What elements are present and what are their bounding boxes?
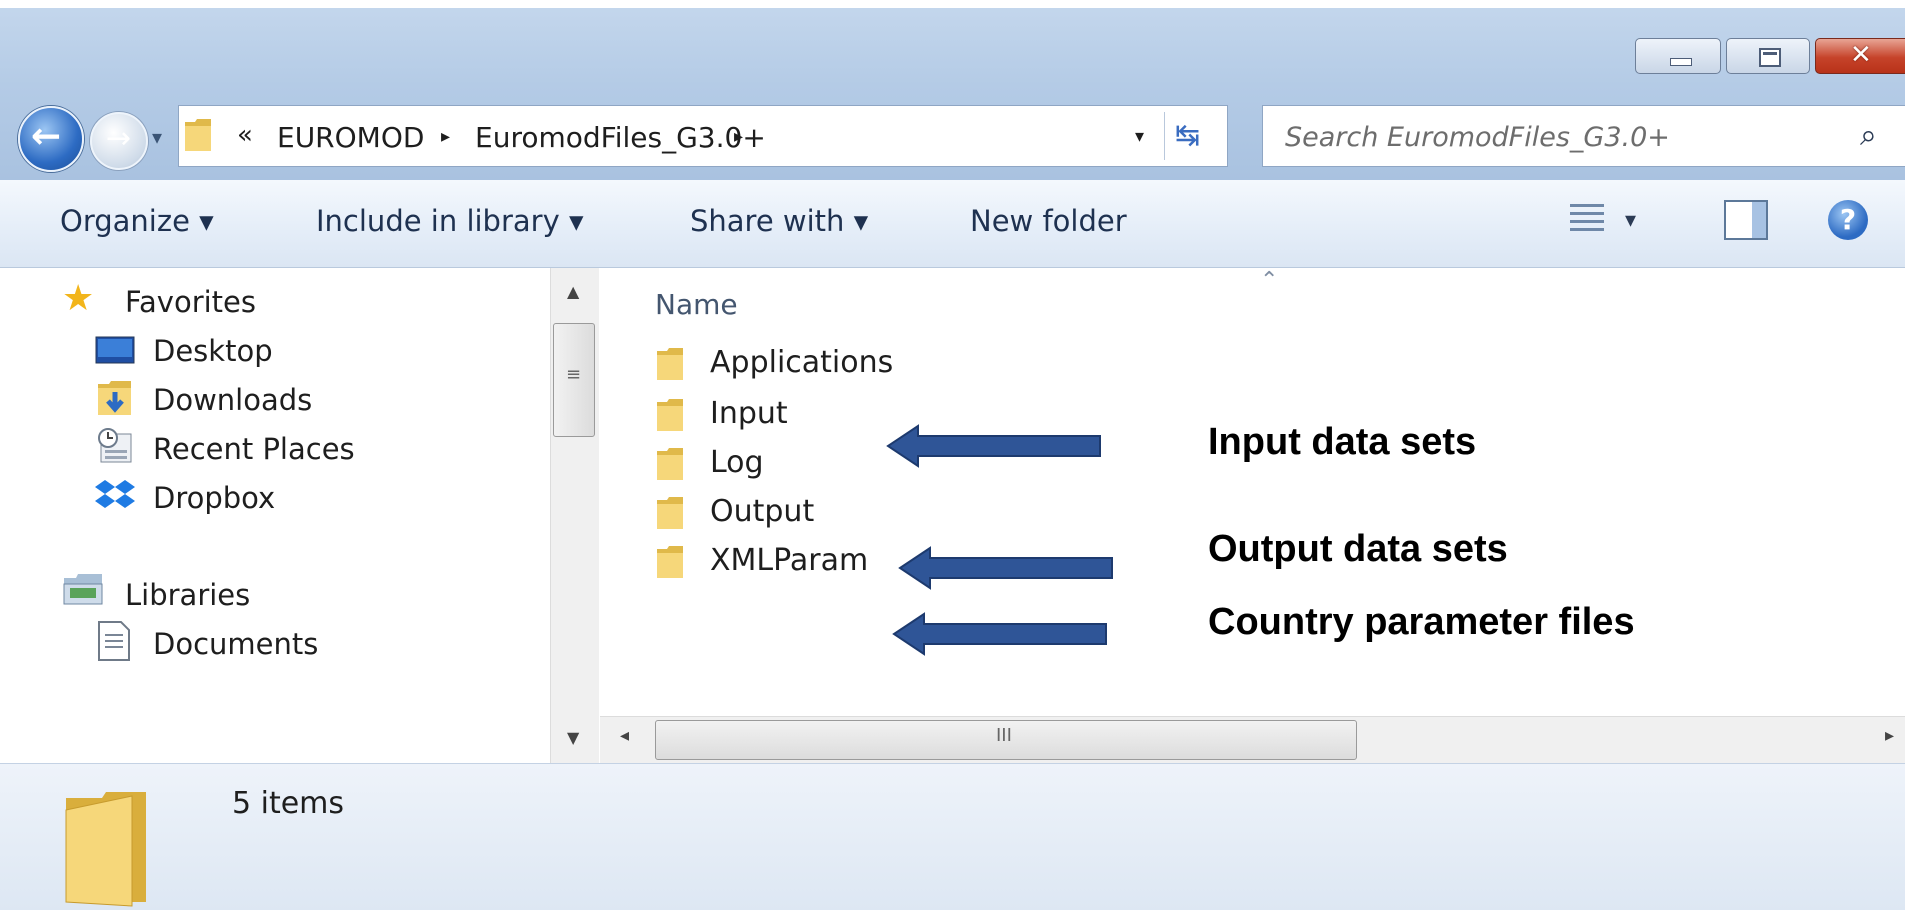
search-icon[interactable]: ⌕ <box>1860 118 1877 153</box>
item-count: 5 items <box>232 786 345 821</box>
search-box[interactable]: Search EuromodFiles_G3.0+ ⌕ <box>1262 105 1905 167</box>
file-name: Output <box>710 494 815 529</box>
name-column-header[interactable]: Name <box>655 288 738 321</box>
star-icon: ★ <box>62 278 95 319</box>
chevron-down-icon: ▾ <box>152 125 163 149</box>
horizontal-scrollbar[interactable]: ◂ III ▸ <box>600 716 1905 763</box>
annotation-output-data-sets: Output data sets <box>1208 528 1508 570</box>
view-dropdown-icon[interactable]: ▾ <box>1625 208 1636 233</box>
folder-icon <box>657 348 683 380</box>
address-divider <box>1164 112 1165 160</box>
title-bar: ✕ ← → ▾ « EUROMOD ▸ EuromodFiles_G3.0+ ▸… <box>0 0 1905 180</box>
maximize-icon <box>1759 48 1781 67</box>
details-pane: 5 items <box>0 763 1905 910</box>
new-folder-button[interactable]: New folder <box>970 204 1127 238</box>
address-dropdown-button[interactable]: ▾ <box>1135 126 1144 147</box>
minimize-icon <box>1670 58 1692 66</box>
file-list: Name ⌃ Applications Input Log Output XML… <box>600 268 1905 763</box>
folder-icon <box>657 448 683 480</box>
minimize-button[interactable] <box>1635 38 1721 74</box>
scroll-down-arrow-icon[interactable]: ▼ <box>567 728 579 747</box>
nav-libraries-header[interactable]: Libraries <box>125 578 250 612</box>
annotation-country-parameter-files: Country parameter files <box>1208 601 1635 643</box>
dropbox-icon <box>95 480 135 508</box>
share-with-button[interactable]: Share with ▾ <box>690 204 868 238</box>
file-name: Applications <box>710 345 894 380</box>
history-dropdown-button[interactable]: ▾ <box>152 125 162 149</box>
folder-icon <box>657 546 683 578</box>
file-name: Log <box>710 445 764 480</box>
scroll-up-arrow-icon[interactable]: ▲ <box>567 282 579 301</box>
nav-item-dropbox[interactable]: Dropbox <box>153 481 275 515</box>
back-button[interactable]: ← <box>18 106 84 172</box>
close-button[interactable]: ✕ <box>1815 38 1905 74</box>
nav-item-desktop[interactable]: Desktop <box>153 334 273 368</box>
preview-pane-icon[interactable] <box>1724 200 1768 240</box>
annotation-arrow-output <box>898 546 1113 590</box>
overflow-chevron[interactable]: « <box>237 120 253 150</box>
annotation-arrow-input <box>886 424 1101 468</box>
back-arrow-icon: ← <box>31 116 62 157</box>
nav-item-recent-places[interactable]: Recent Places <box>153 432 355 466</box>
file-name: Input <box>710 396 788 431</box>
document-icon <box>98 621 130 661</box>
forward-arrow-icon: → <box>106 121 132 156</box>
horizontal-scroll-thumb[interactable]: III <box>655 720 1357 760</box>
refresh-icon[interactable]: ↹ <box>1175 118 1200 153</box>
sort-indicator-icon: ⌃ <box>1260 268 1279 293</box>
include-in-library-button[interactable]: Include in library ▾ <box>316 204 584 238</box>
view-options-icon[interactable] <box>1570 202 1604 236</box>
scroll-left-arrow-icon[interactable]: ◂ <box>620 725 629 746</box>
scroll-thumb[interactable]: ≡ <box>553 323 595 437</box>
breadcrumb-euromod[interactable]: EUROMOD <box>277 121 424 154</box>
desktop-icon <box>95 336 135 364</box>
recent-places-icon <box>98 428 132 463</box>
downloads-icon <box>98 381 131 415</box>
folder-icon <box>185 119 211 151</box>
nav-item-documents[interactable]: Documents <box>153 627 318 661</box>
address-bar[interactable]: « EUROMOD ▸ EuromodFiles_G3.0+ ▸ ▾ ↹ <box>178 105 1228 167</box>
forward-button[interactable]: → <box>90 112 148 170</box>
nav-vertical-scrollbar[interactable]: ▲ ≡ ▼ <box>550 268 599 763</box>
nav-favorites-header[interactable]: Favorites <box>125 285 256 319</box>
explorer-window: ✕ ← → ▾ « EUROMOD ▸ EuromodFiles_G3.0+ ▸… <box>0 0 1905 910</box>
folder-icon <box>657 497 683 529</box>
annotation-input-data-sets: Input data sets <box>1208 421 1477 463</box>
folder-icon <box>657 399 683 431</box>
file-name: XMLParam <box>710 543 869 578</box>
navigation-pane: ★ Favorites Desktop Downloads Recent Pla… <box>0 268 600 763</box>
organize-button[interactable]: Organize ▾ <box>60 204 214 238</box>
maximize-button[interactable] <box>1726 38 1810 74</box>
libraries-icon <box>63 574 103 605</box>
command-bar: Organize ▾ Include in library ▾ Share wi… <box>0 180 1905 268</box>
large-folder-icon <box>65 792 146 907</box>
close-icon: ✕ <box>1850 40 1872 70</box>
breadcrumb-separator[interactable]: ▸ <box>734 126 743 147</box>
search-input[interactable]: Search EuromodFiles_G3.0+ <box>1285 122 1670 153</box>
scroll-right-arrow-icon[interactable]: ▸ <box>1885 725 1894 746</box>
breadcrumb-euromodfiles[interactable]: EuromodFiles_G3.0+ <box>475 121 766 154</box>
breadcrumb-separator[interactable]: ▸ <box>441 126 450 147</box>
help-icon[interactable]: ? <box>1828 200 1868 240</box>
nav-item-downloads[interactable]: Downloads <box>153 383 312 417</box>
annotation-arrow-param <box>892 612 1107 656</box>
